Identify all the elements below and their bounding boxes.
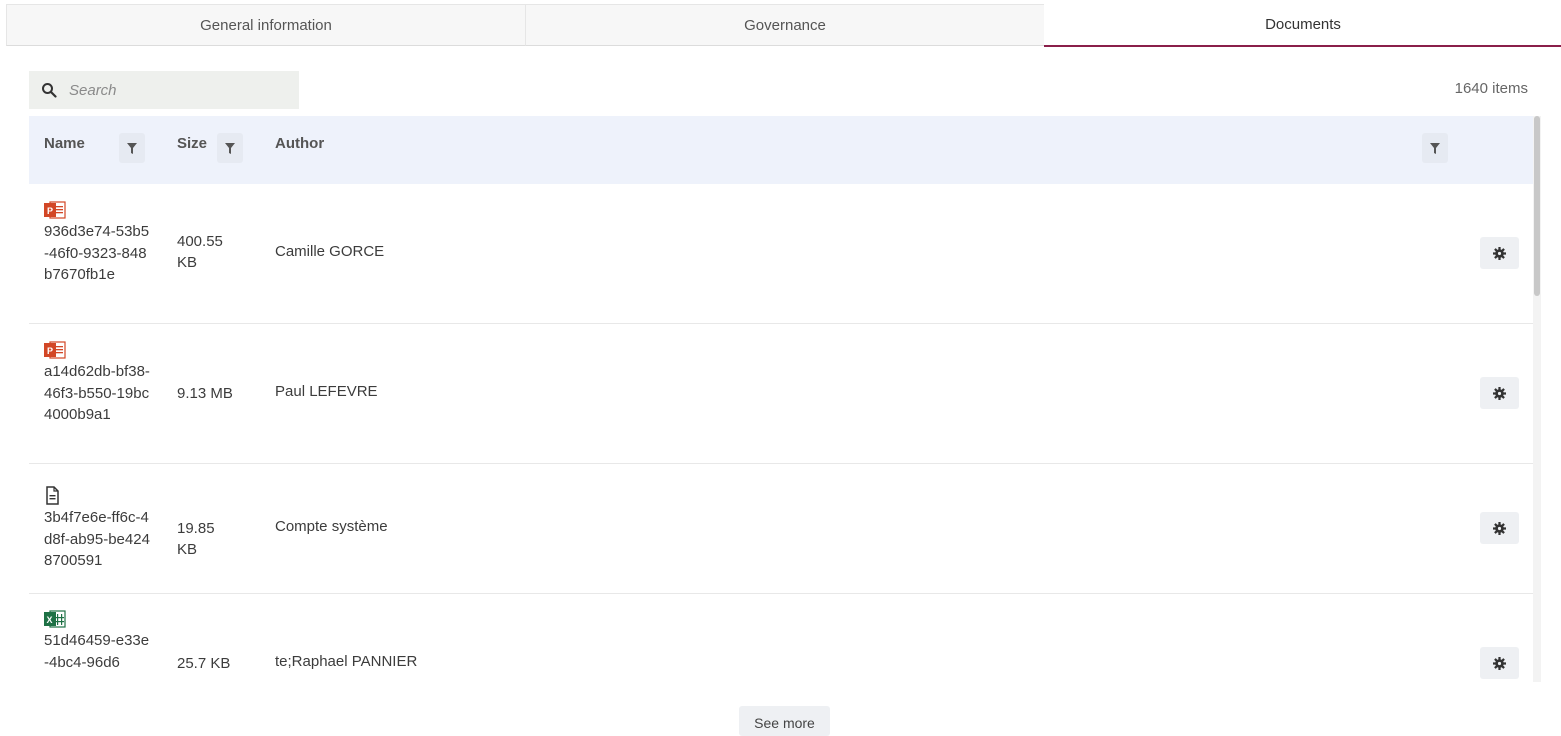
gear-icon <box>1493 246 1506 260</box>
document-name: 936d3e74-53b5-46f0-9323-848b7670fb1e <box>44 223 150 283</box>
document-name-cell[interactable]: P 936d3e74-53b5-46f0-9323-848b7670fb1e <box>44 201 154 286</box>
excel-file-icon: X <box>44 610 66 628</box>
svg-text:P: P <box>47 206 53 216</box>
document-name-cell[interactable]: P a14d62db-bf38-46f3-b550-19bc4000b9a1 <box>44 341 154 426</box>
filter-icon <box>225 142 235 154</box>
table-row[interactable]: P 936d3e74-53b5-46f0-9323-848b7670fb1e 4… <box>29 184 1533 324</box>
document-name-cell[interactable]: X 51d46459-e33e-4bc4-96d6 <box>44 610 154 673</box>
gear-icon <box>1493 656 1506 670</box>
filter-icon <box>1430 142 1440 154</box>
name-filter-button[interactable] <box>119 133 145 163</box>
text-document-icon <box>46 486 59 505</box>
size-filter-button[interactable] <box>217 133 243 163</box>
row-settings-button[interactable] <box>1480 237 1519 269</box>
powerpoint-file-icon: P <box>44 341 66 359</box>
document-author: Compte système <box>275 518 388 535</box>
document-name: a14d62db-bf38-46f3-b550-19bc4000b9a1 <box>44 363 150 423</box>
document-size: 9.13 MB <box>177 385 233 402</box>
document-size: 25.7 KB <box>177 655 231 672</box>
column-label-author: Author <box>275 135 325 152</box>
document-name-cell[interactable]: 3b4f7e6e-ff6c-4d8f-ab95-be4248700591 <box>44 485 154 572</box>
document-author: te;Raphael PANNIER <box>275 653 418 670</box>
tab-governance[interactable]: Governance <box>525 4 1045 46</box>
gear-icon <box>1493 386 1506 400</box>
svg-text:P: P <box>47 346 53 356</box>
author-filter-button[interactable] <box>1422 133 1448 163</box>
table-row[interactable]: P a14d62db-bf38-46f3-b550-19bc4000b9a1 9… <box>29 324 1533 464</box>
table-scrollbar[interactable] <box>1533 116 1541 682</box>
search-box <box>29 71 299 109</box>
document-author: Camille GORCE <box>275 243 385 260</box>
filter-icon <box>127 142 137 154</box>
search-icon <box>42 83 57 98</box>
tab-general-information[interactable]: General information <box>6 4 526 46</box>
column-label-name: Name <box>44 135 85 152</box>
tab-documents[interactable]: Documents <box>1044 4 1561 47</box>
row-settings-button[interactable] <box>1480 377 1519 409</box>
see-more-button[interactable]: See more <box>739 706 830 736</box>
column-header-size[interactable]: Size <box>177 135 207 152</box>
document-author: Paul LEFEVRE <box>275 383 378 400</box>
tab-bar: General information Governance Documents <box>6 4 1561 47</box>
table-row[interactable]: 3b4f7e6e-ff6c-4d8f-ab95-be4248700591 19.… <box>29 464 1533 594</box>
svg-text:X: X <box>47 615 53 625</box>
item-count: 1640 items <box>1454 80 1528 97</box>
search-input[interactable] <box>67 80 291 100</box>
table-row[interactable]: X 51d46459-e33e-4bc4-96d6 25.7 KB te;Rap… <box>29 594 1533 682</box>
documents-table: Name Size Author P 936d3e74-53b5-46f0-93… <box>29 116 1533 682</box>
document-size: 19.85 KB <box>177 520 215 558</box>
scrollbar-thumb[interactable] <box>1534 116 1540 296</box>
gear-icon <box>1493 521 1506 535</box>
row-settings-button[interactable] <box>1480 512 1519 544</box>
table-header: Name Size Author <box>29 116 1533 184</box>
document-name: 3b4f7e6e-ff6c-4d8f-ab95-be4248700591 <box>44 509 150 569</box>
column-header-author[interactable]: Author <box>275 135 324 152</box>
row-settings-button[interactable] <box>1480 647 1519 679</box>
document-name: 51d46459-e33e-4bc4-96d6 <box>44 632 150 671</box>
powerpoint-file-icon: P <box>44 201 66 219</box>
document-size: 400.55 KB <box>177 233 223 271</box>
column-header-name[interactable]: Name <box>44 135 85 152</box>
column-label-size: Size <box>177 135 208 152</box>
